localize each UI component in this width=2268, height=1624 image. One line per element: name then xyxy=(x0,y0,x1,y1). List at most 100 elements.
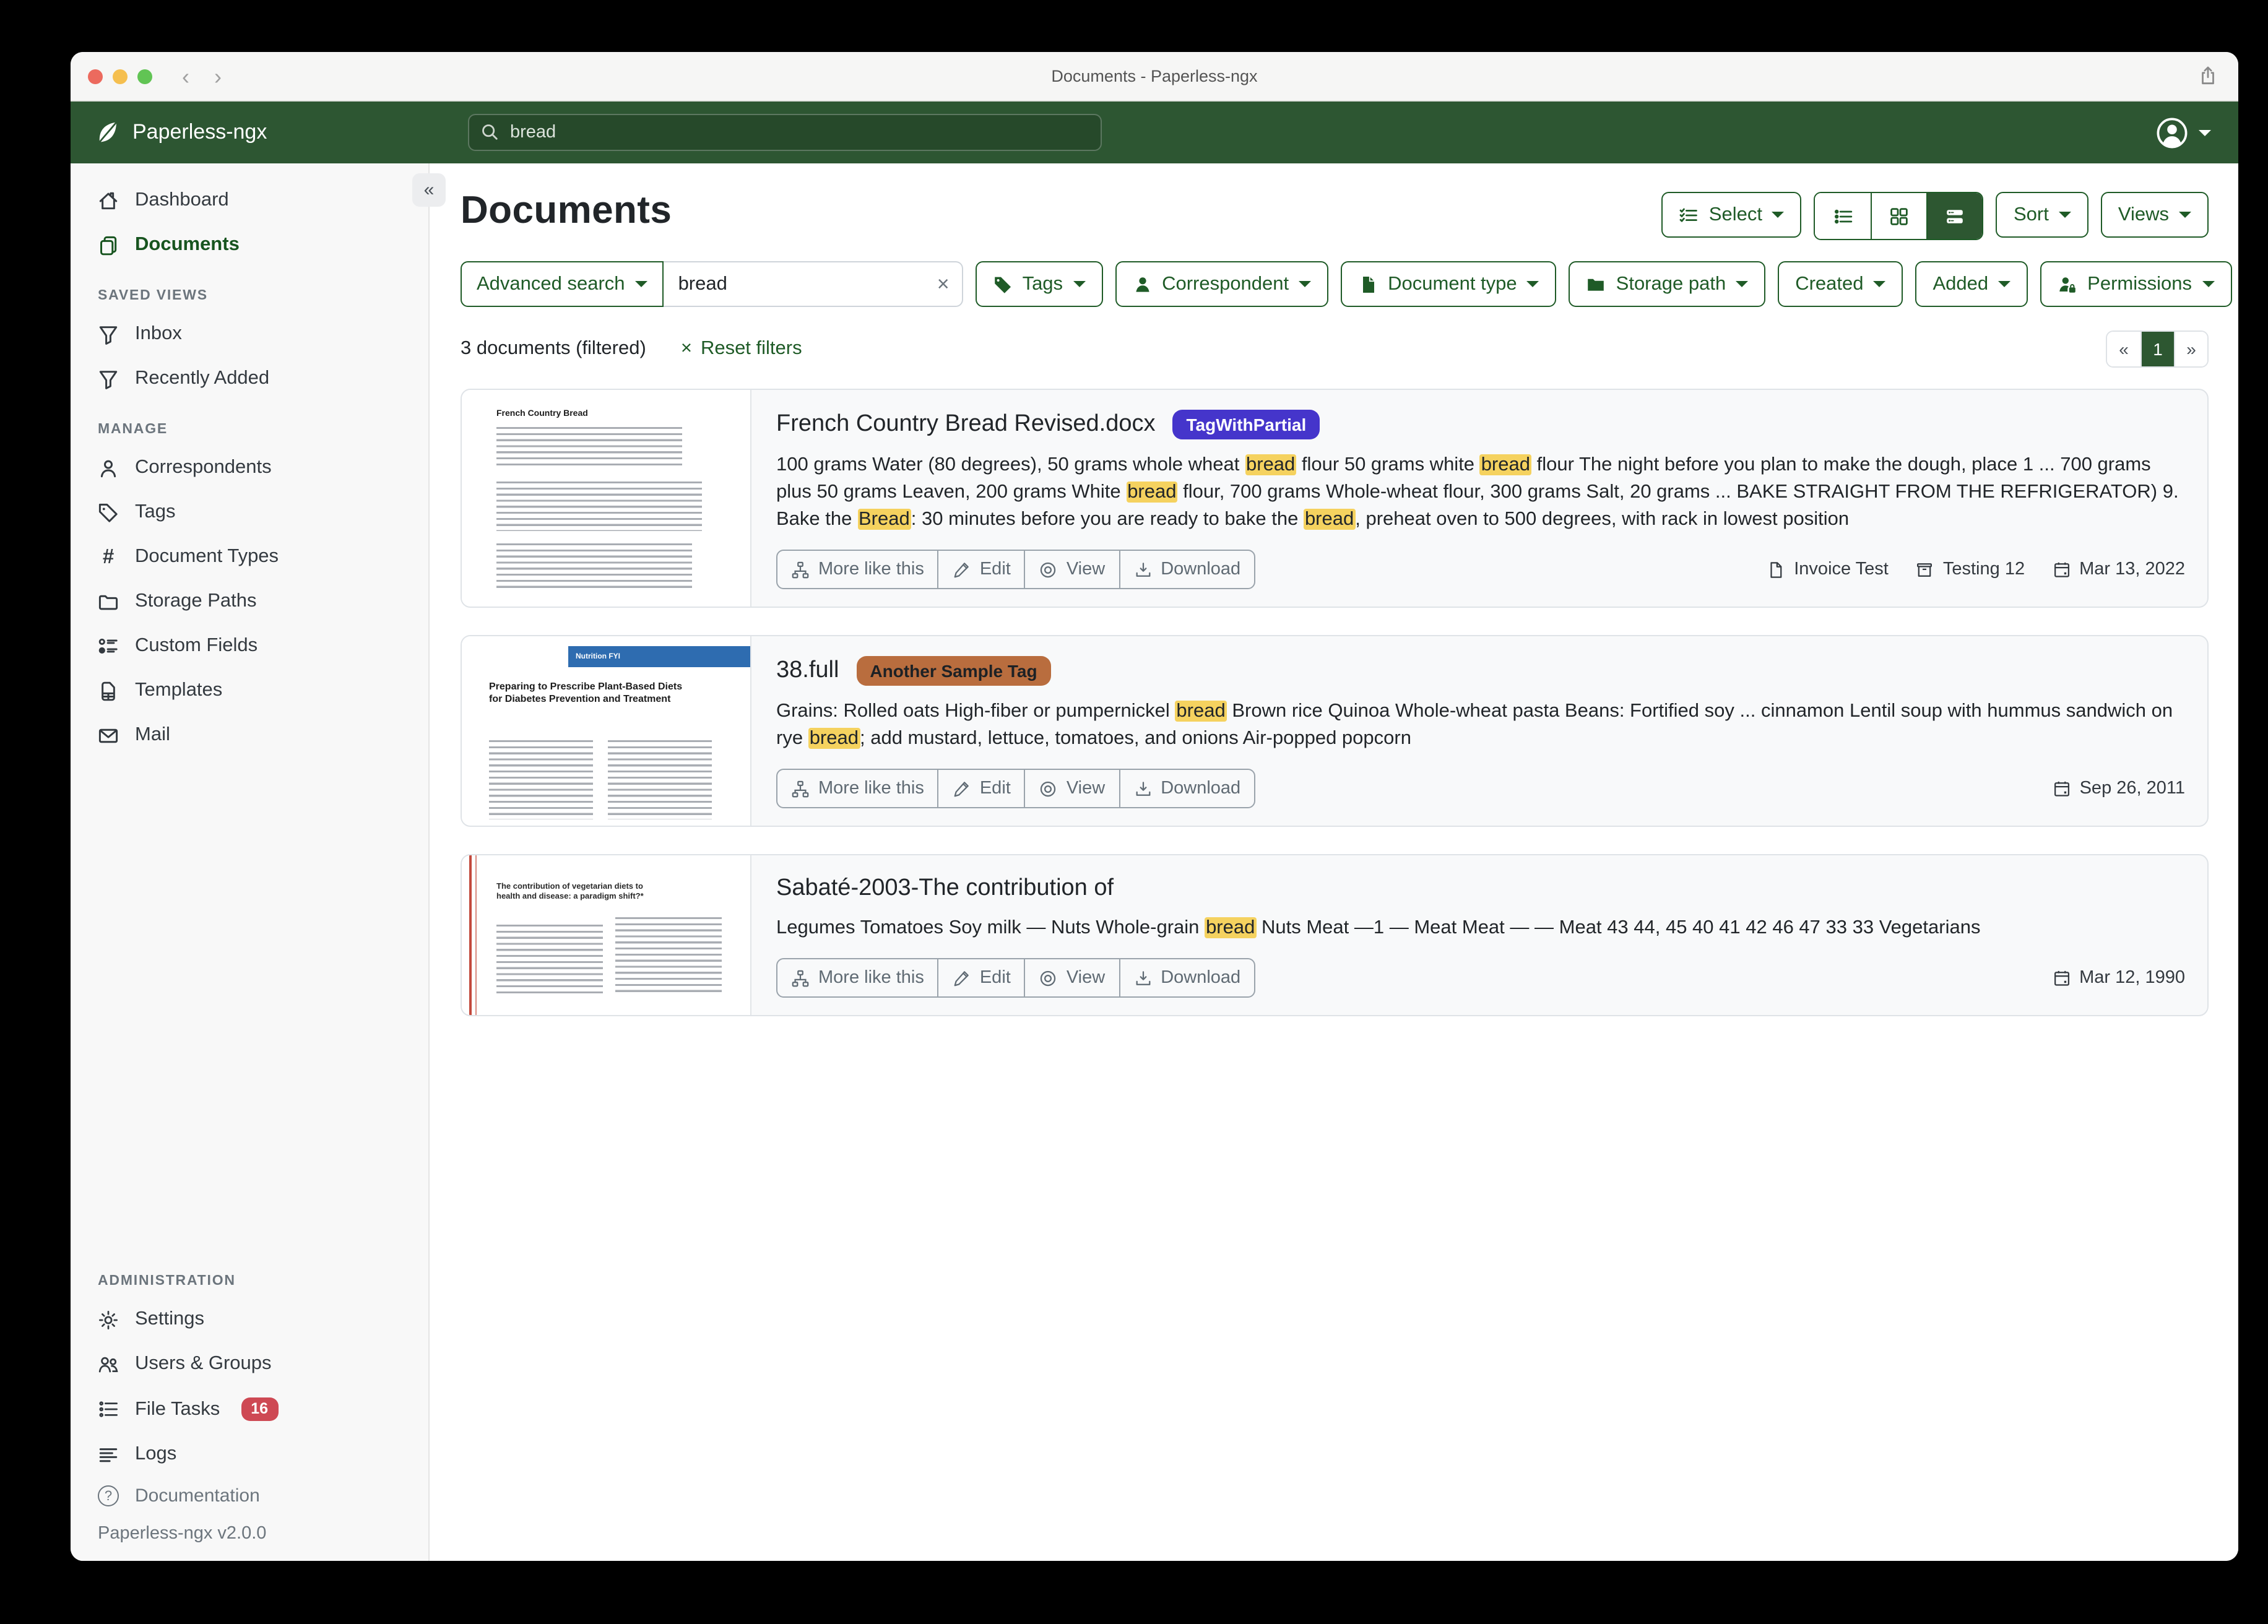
back-icon[interactable]: ‹ xyxy=(182,65,189,87)
correspondent-filter-button[interactable]: Correspondent xyxy=(1115,261,1328,307)
documentation-link[interactable]: ? Documentation xyxy=(71,1477,428,1515)
sidebar-item-mail[interactable]: Mail xyxy=(71,713,428,758)
collapse-sidebar-button[interactable]: « xyxy=(412,173,446,207)
created-date-meta[interactable]: Sep 26, 2011 xyxy=(2053,779,2185,798)
sidebar-item-label: Custom Fields xyxy=(135,635,258,657)
more-like-this-label: More like this xyxy=(818,968,924,988)
minimize-window-button[interactable] xyxy=(113,69,128,84)
document-thumbnail[interactable]: The contribution of vegetarian diets to … xyxy=(462,855,751,1015)
sort-button[interactable]: Sort xyxy=(1996,192,2088,238)
download-button[interactable]: Download xyxy=(1119,551,1254,588)
tag-badge[interactable]: TagWithPartial xyxy=(1173,410,1320,439)
document-type-filter-button[interactable]: Document type xyxy=(1341,261,1557,307)
avatar-icon xyxy=(2155,116,2189,149)
reset-filters-link-label: Reset filters xyxy=(701,338,802,360)
sidebar-item-custom-fields[interactable]: Custom Fields xyxy=(71,624,428,668)
correspondent-meta[interactable]: Invoice Test xyxy=(1767,559,1889,579)
administration-header: ADMINISTRATION xyxy=(71,1253,428,1298)
created-date-meta[interactable]: Mar 12, 1990 xyxy=(2052,968,2185,988)
user-menu[interactable] xyxy=(2155,116,2211,149)
caret-down-icon xyxy=(1874,281,1886,287)
edit-button[interactable]: Edit xyxy=(938,770,1024,807)
share-icon[interactable] xyxy=(2197,66,2218,87)
view-button[interactable]: View xyxy=(1024,551,1119,588)
clear-query-icon[interactable]: × xyxy=(937,274,950,295)
sidebar-item-dashboard[interactable]: Dashboard xyxy=(71,178,428,223)
edit-label: Edit xyxy=(980,968,1011,988)
filter-query-input[interactable] xyxy=(664,273,962,295)
pagination-prev[interactable]: « xyxy=(2107,332,2140,366)
storage-path-filter-button[interactable]: Storage path xyxy=(1569,261,1766,307)
more-like-this-button[interactable]: More like this xyxy=(777,959,938,996)
sidebar-item-correspondents[interactable]: Correspondents xyxy=(71,446,428,490)
view-mode-detail[interactable] xyxy=(1927,193,1983,239)
sidebar-item-inbox[interactable]: Inbox xyxy=(71,312,428,356)
sidebar-item-document-types[interactable]: # Document Types xyxy=(71,535,428,579)
pencil-icon xyxy=(953,969,971,987)
reset-filters-link[interactable]: × Reset filters xyxy=(681,338,802,360)
document-title[interactable]: French Country Bread Revised.docx xyxy=(776,411,1156,438)
views-label: Views xyxy=(2118,204,2169,226)
document-card-footer: More like this Edit View xyxy=(776,533,2185,589)
views-button[interactable]: Views xyxy=(2101,192,2209,238)
correspondent-value: Invoice Test xyxy=(1794,559,1889,579)
edit-button[interactable]: Edit xyxy=(938,551,1024,588)
download-button[interactable]: Download xyxy=(1119,770,1254,807)
brand[interactable]: Paperless-ngx xyxy=(71,120,430,145)
document-thumbnail[interactable]: French Country Bread xyxy=(462,390,751,607)
sidebar-item-logs[interactable]: Logs xyxy=(71,1432,428,1477)
desktop: ‹ › Documents - Paperless-ngx Paperless-… xyxy=(0,0,2268,1624)
download-label: Download xyxy=(1161,779,1240,798)
sidebar-item-documents[interactable]: Documents xyxy=(71,223,428,267)
sidebar-item-file-tasks[interactable]: File Tasks 16 xyxy=(71,1387,428,1433)
advanced-search-label: Advanced search xyxy=(477,273,625,295)
close-window-button[interactable] xyxy=(88,69,103,84)
document-snippet: Grains: Rolled oats High-fiber or pumper… xyxy=(776,698,2185,753)
view-mode-grid[interactable] xyxy=(1871,193,1927,239)
download-button[interactable]: Download xyxy=(1119,959,1254,996)
view-mode-list[interactable] xyxy=(1816,193,1871,239)
tag-badge[interactable]: Another Sample Tag xyxy=(856,656,1050,686)
pagination-page-1[interactable]: 1 xyxy=(2140,332,2174,366)
created-date-meta[interactable]: Mar 13, 2022 xyxy=(2052,559,2185,579)
sidebar-item-recently-added[interactable]: Recently Added xyxy=(71,356,428,401)
global-search-input[interactable] xyxy=(468,114,1102,151)
sidebar-item-storage-paths[interactable]: Storage Paths xyxy=(71,579,428,624)
sidebar-footer: ? Documentation Paperless-ngx v2.0.0 xyxy=(71,1477,428,1546)
thumbnail-text-lines xyxy=(615,917,722,994)
more-like-this-button[interactable]: More like this xyxy=(777,770,938,807)
added-filter-button[interactable]: Added xyxy=(1916,261,2028,307)
tags-filter-button[interactable]: Tags xyxy=(976,261,1103,307)
document-title[interactable]: 38.full xyxy=(776,657,839,685)
download-label: Download xyxy=(1161,968,1240,988)
page-title: Documents xyxy=(461,188,672,233)
created-filter-button[interactable]: Created xyxy=(1778,261,1903,307)
more-like-this-button[interactable]: More like this xyxy=(777,551,938,588)
view-button[interactable]: View xyxy=(1024,770,1119,807)
view-icon xyxy=(1039,969,1058,987)
traffic-lights xyxy=(88,69,152,84)
pagination-next[interactable]: » xyxy=(2174,332,2207,366)
document-type-meta[interactable]: Testing 12 xyxy=(1916,559,2025,579)
document-title[interactable]: Sabaté-2003-The contribution of xyxy=(776,875,1114,902)
pagination: « 1 » xyxy=(2106,330,2209,368)
document-actions: More like this Edit View xyxy=(776,958,1255,998)
pencil-icon xyxy=(953,779,971,798)
sidebar-item-label: Tags xyxy=(135,501,176,524)
document-thumbnail[interactable]: Nutrition FYI Preparing to Prescribe Pla… xyxy=(462,636,751,826)
forward-icon[interactable]: › xyxy=(214,65,222,87)
sidebar-item-templates[interactable]: Templates xyxy=(71,668,428,713)
zoom-window-button[interactable] xyxy=(137,69,152,84)
advanced-search-button[interactable]: Advanced search xyxy=(461,261,664,307)
sidebar-item-tags[interactable]: Tags xyxy=(71,490,428,535)
edit-button[interactable]: Edit xyxy=(938,959,1024,996)
created-date-value: Sep 26, 2011 xyxy=(2080,779,2185,798)
sidebar-item-users-groups[interactable]: Users & Groups xyxy=(71,1342,428,1387)
view-button[interactable]: View xyxy=(1024,959,1119,996)
query-box: × xyxy=(664,261,963,307)
select-button[interactable]: Select xyxy=(1662,192,1802,238)
document-actions: More like this Edit View xyxy=(776,769,1255,808)
permissions-filter-button[interactable]: Permissions xyxy=(2040,261,2231,307)
page-header: Documents Select xyxy=(461,188,2209,240)
sidebar-item-settings[interactable]: Settings xyxy=(71,1298,428,1342)
